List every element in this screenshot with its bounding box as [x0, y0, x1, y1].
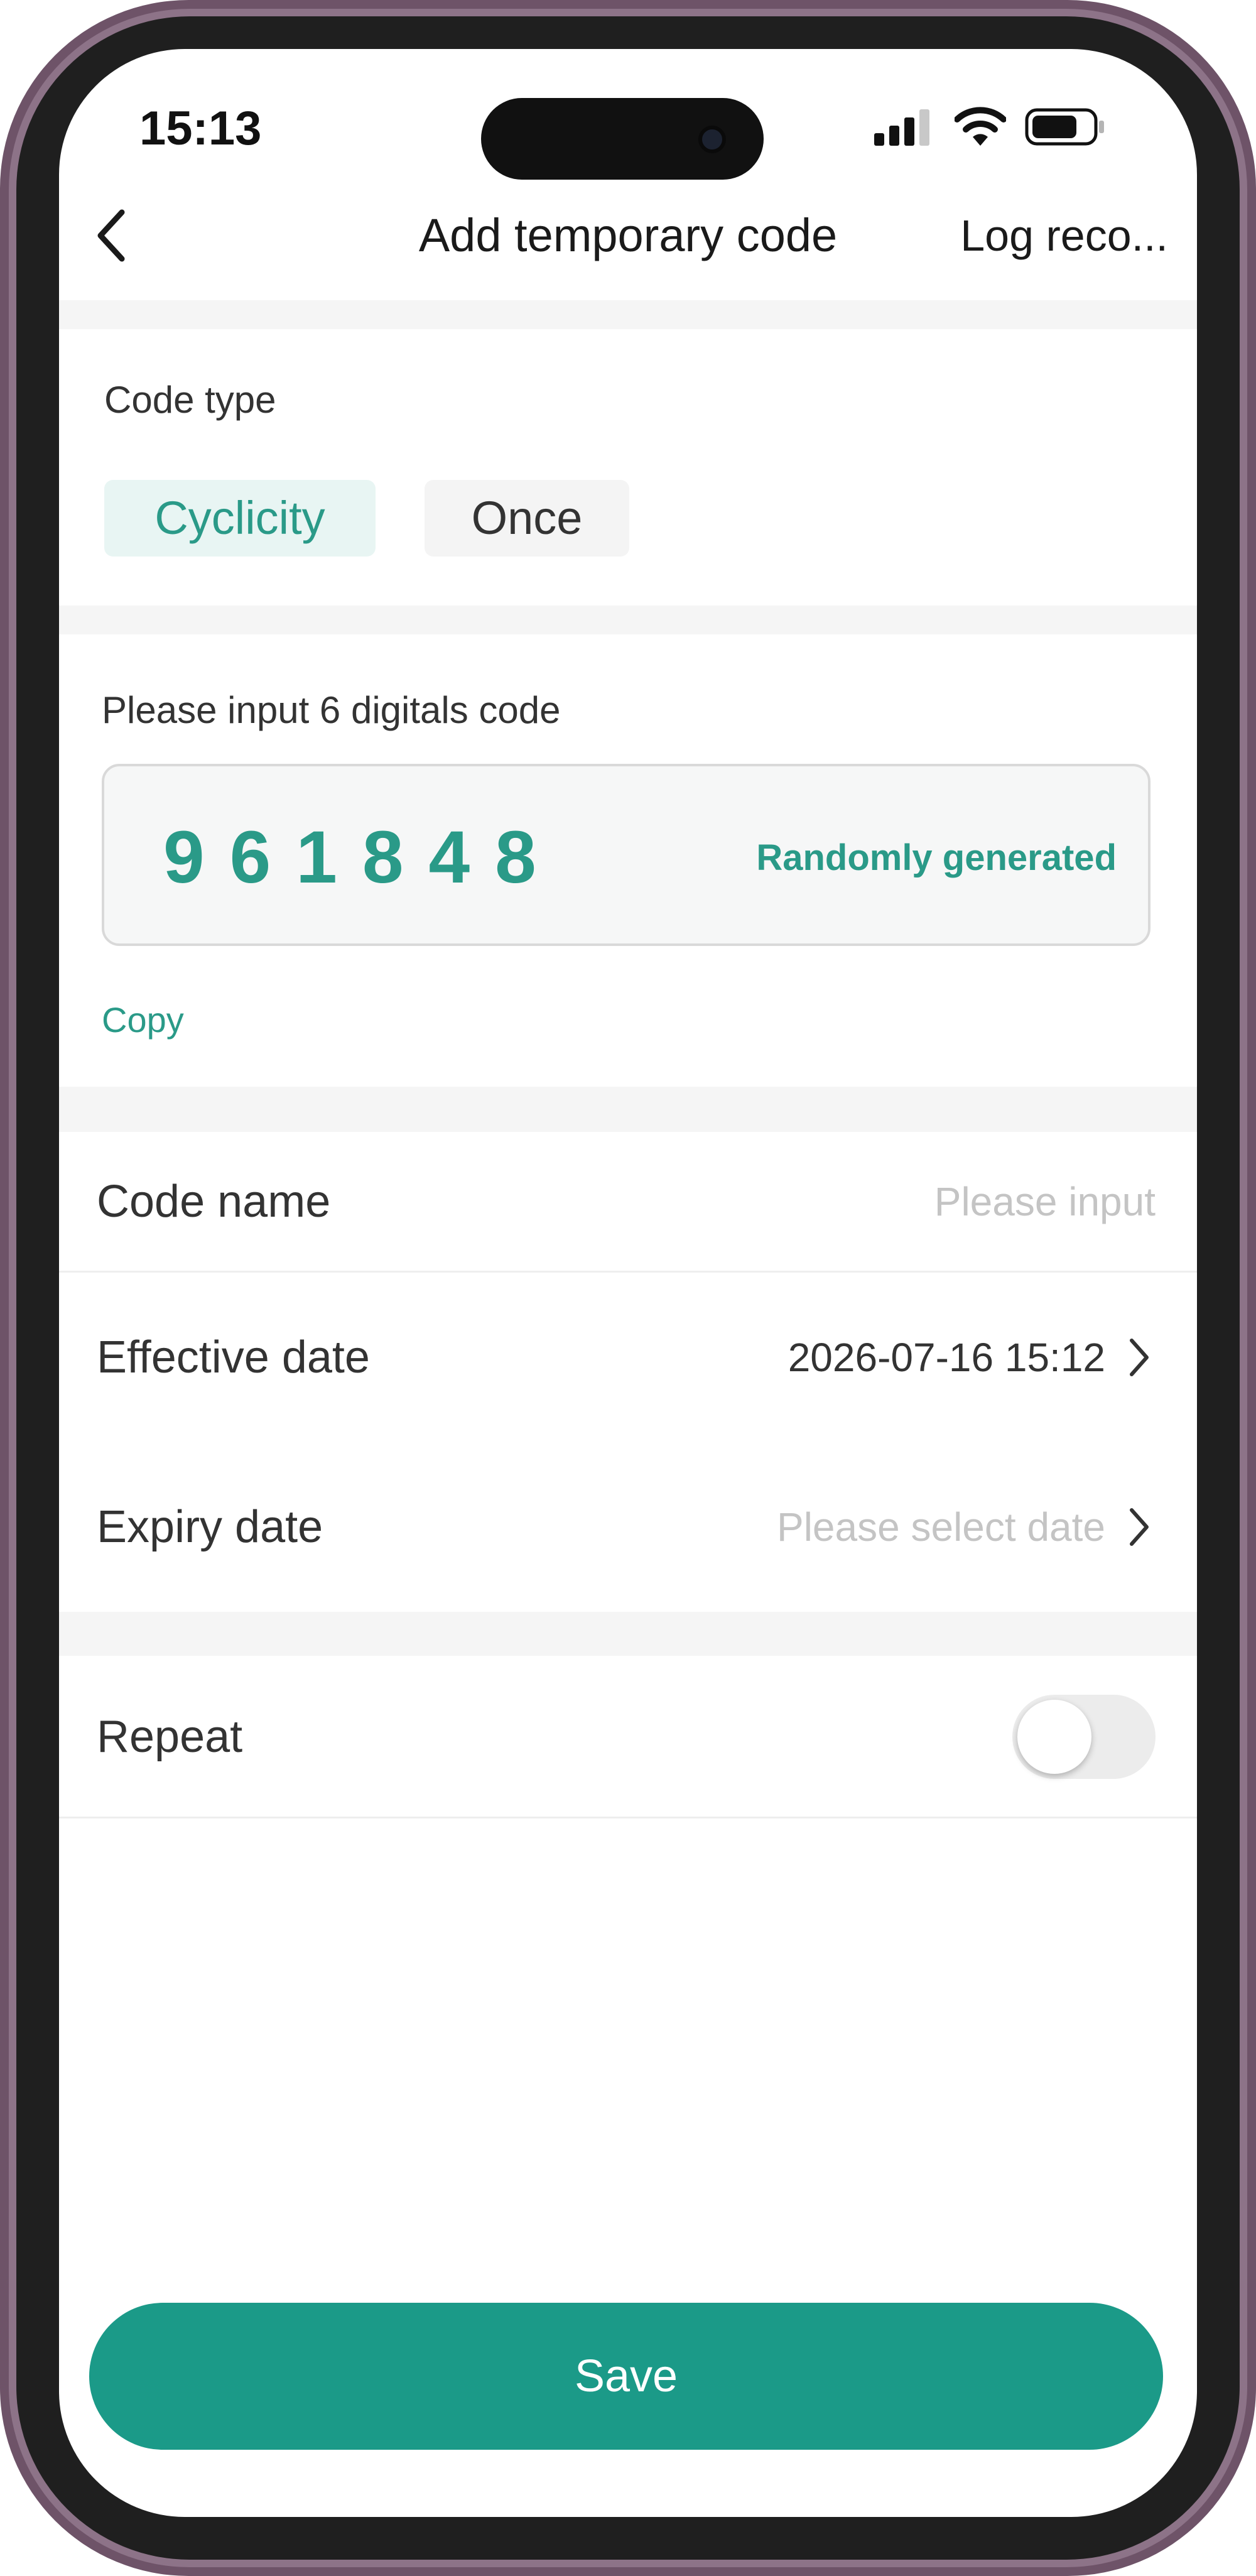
save-button[interactable]: Save [89, 2303, 1163, 2450]
chevron-right-icon[interactable] [1127, 1505, 1152, 1549]
code-type-once-option[interactable]: Once [425, 480, 629, 557]
camera-icon [698, 126, 726, 153]
expiry-date-picker[interactable]: Please select date [777, 1492, 1105, 1562]
battery-icon [1025, 108, 1104, 146]
row-divider [59, 1817, 1197, 1818]
chevron-right-icon[interactable] [1127, 1335, 1152, 1379]
expiry-date-label: Expiry date [97, 1502, 323, 1552]
code-input-label: Please input 6 digitals code [102, 689, 561, 731]
toggle-knob [1017, 1700, 1091, 1774]
randomly-generated-button[interactable]: Randomly generated [756, 827, 1117, 889]
log-records-button[interactable]: Log reco... [904, 201, 1168, 270]
signal-icon [874, 109, 929, 146]
section-gap [59, 1087, 1197, 1132]
code-name-input[interactable]: Please input [934, 1167, 1156, 1236]
effective-date-label: Effective date [97, 1332, 370, 1383]
row-divider [59, 1271, 1197, 1273]
repeat-label: Repeat [97, 1712, 243, 1762]
copy-button[interactable]: Copy [102, 995, 184, 1045]
back-icon[interactable] [93, 207, 131, 264]
repeat-toggle[interactable] [1012, 1695, 1156, 1779]
status-time: 15:13 [139, 102, 262, 155]
code-input-box[interactable]: 961848 Randomly generated [102, 764, 1150, 946]
wifi-icon [955, 107, 1006, 146]
code-name-label: Code name [97, 1177, 331, 1227]
effective-date-value[interactable]: 2026-07-16 15:12 [788, 1323, 1105, 1392]
section-gap [59, 606, 1197, 634]
code-type-label: Code type [104, 379, 276, 421]
page-title: Add temporary code [418, 209, 838, 261]
section-gap [59, 300, 1197, 329]
section-gap [59, 1612, 1197, 1656]
code-value[interactable]: 961848 [163, 810, 561, 905]
code-type-cyclicity-option[interactable]: Cyclicity [104, 480, 376, 557]
